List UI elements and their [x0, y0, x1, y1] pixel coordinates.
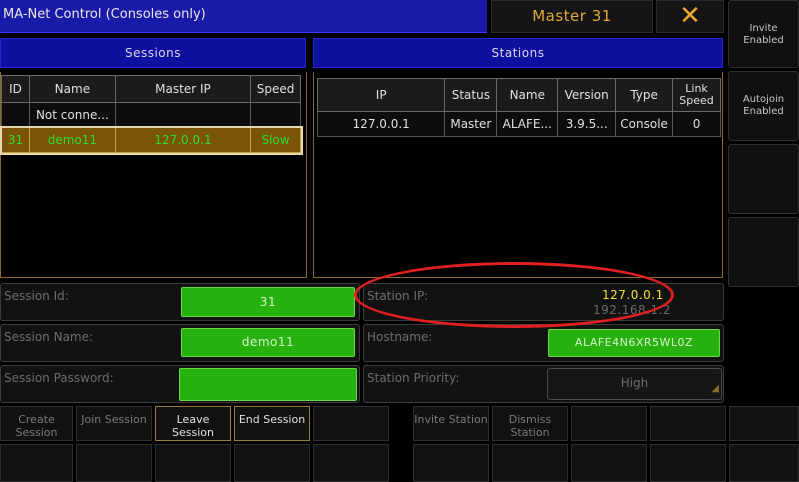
- window-title: MA-Net Control (Consoles only): [3, 7, 206, 22]
- cell-name: Not conne...: [28, 102, 116, 128]
- session-id-label: Session Id:: [4, 289, 69, 303]
- sessions-header: Sessions: [0, 38, 306, 68]
- create-session-button[interactable]: Create Session: [0, 406, 73, 441]
- empty-button[interactable]: [76, 444, 152, 482]
- annotation-ellipse: [354, 262, 674, 328]
- col-id: ID: [1, 75, 30, 103]
- col-version: Version: [557, 78, 617, 112]
- empty-button[interactable]: [492, 444, 568, 482]
- autojoin-enabled-button[interactable]: Autojoin Enabled: [728, 71, 799, 141]
- col-ip: IP: [316, 78, 446, 112]
- station-priority-select[interactable]: High ◢: [547, 368, 722, 400]
- close-icon: ✕: [679, 1, 701, 31]
- col-name: Name: [28, 75, 116, 103]
- hostname-label: Hostname:: [367, 330, 433, 344]
- session-password-label: Session Password:: [4, 371, 114, 385]
- dismiss-station-button[interactable]: Dismiss Station: [492, 406, 568, 441]
- stations-header: Stations: [313, 38, 723, 68]
- side-empty-button-1[interactable]: [728, 144, 799, 214]
- end-session-button[interactable]: End Session: [234, 406, 310, 441]
- cell-version: 3.9.5...: [557, 111, 617, 137]
- empty-button[interactable]: [571, 406, 647, 441]
- stations-header-row: IP Status Name Version Type Link Speed: [316, 78, 721, 112]
- empty-button[interactable]: [234, 444, 310, 482]
- empty-button[interactable]: [0, 444, 73, 482]
- stations-table: IP Status Name Version Type Link Speed 1…: [316, 78, 721, 137]
- col-status: Status: [444, 78, 498, 112]
- cell-speed: Slow: [250, 127, 301, 153]
- session-password-field[interactable]: [179, 368, 357, 401]
- empty-button[interactable]: [650, 444, 726, 482]
- empty-button[interactable]: [313, 444, 389, 482]
- leave-session-button[interactable]: Leave Session: [155, 406, 231, 441]
- cell-name: ALAFE...: [496, 111, 559, 137]
- empty-button[interactable]: [413, 444, 489, 482]
- stations-panel: IP Status Name Version Type Link Speed 1…: [313, 72, 723, 278]
- session-id-field[interactable]: 31: [181, 287, 355, 317]
- autojoin-enabled-label: Autojoin Enabled: [742, 94, 785, 117]
- cell-id: [1, 102, 30, 128]
- hostname-field[interactable]: ALAFE4N6XR5WL0Z: [548, 329, 720, 357]
- cell-type: Console: [615, 111, 674, 137]
- empty-button[interactable]: [650, 406, 726, 441]
- cell-ip: 127.0.0.1: [316, 111, 446, 137]
- invite-station-button[interactable]: Invite Station: [413, 406, 489, 441]
- cell-speed: [250, 102, 301, 128]
- side-empty-button-2[interactable]: [728, 217, 799, 287]
- empty-button[interactable]: [571, 444, 647, 482]
- cell-name: demo11: [28, 127, 116, 153]
- sessions-header-row: ID Name Master IP Speed: [1, 75, 301, 103]
- station-priority-value: High: [620, 376, 649, 390]
- empty-button[interactable]: [729, 444, 799, 482]
- empty-button[interactable]: [313, 406, 389, 441]
- table-row-selected[interactable]: 31 demo11 127.0.0.1 Slow: [0, 125, 303, 155]
- col-name: Name: [496, 78, 559, 112]
- sessions-table: ID Name Master IP Speed Not conne... 31 …: [0, 75, 303, 155]
- cell-status: Master: [444, 111, 498, 137]
- cell-id: 31: [1, 127, 30, 153]
- master-indicator[interactable]: Master 31: [491, 0, 653, 33]
- dropdown-corner-icon: ◢: [711, 383, 719, 394]
- col-type: Type: [615, 78, 674, 112]
- session-name-field[interactable]: demo11: [181, 328, 355, 357]
- cell-master-ip: 127.0.0.1: [114, 127, 252, 153]
- col-master-ip: Master IP: [114, 75, 252, 103]
- join-session-button[interactable]: Join Session: [76, 406, 152, 441]
- table-row[interactable]: Not conne...: [1, 102, 301, 128]
- col-speed: Speed: [250, 75, 301, 103]
- cell-master-ip: [114, 102, 252, 128]
- cell-link-speed: 0: [672, 111, 721, 137]
- station-priority-label: Station Priority:: [367, 371, 460, 385]
- session-name-label: Session Name:: [4, 330, 94, 344]
- invite-enabled-label: Invite Enabled: [743, 23, 784, 46]
- col-link-speed: Link Speed: [672, 78, 721, 112]
- empty-button[interactable]: [729, 406, 799, 441]
- table-row[interactable]: 127.0.0.1 Master ALAFE... 3.9.5... Conso…: [316, 111, 721, 137]
- close-button[interactable]: ✕: [656, 0, 724, 33]
- invite-enabled-button[interactable]: Invite Enabled: [728, 0, 799, 68]
- sessions-panel: ID Name Master IP Speed Not conne... 31 …: [0, 72, 307, 278]
- empty-button[interactable]: [155, 444, 231, 482]
- title-bar: MA-Net Control (Consoles only): [0, 0, 487, 33]
